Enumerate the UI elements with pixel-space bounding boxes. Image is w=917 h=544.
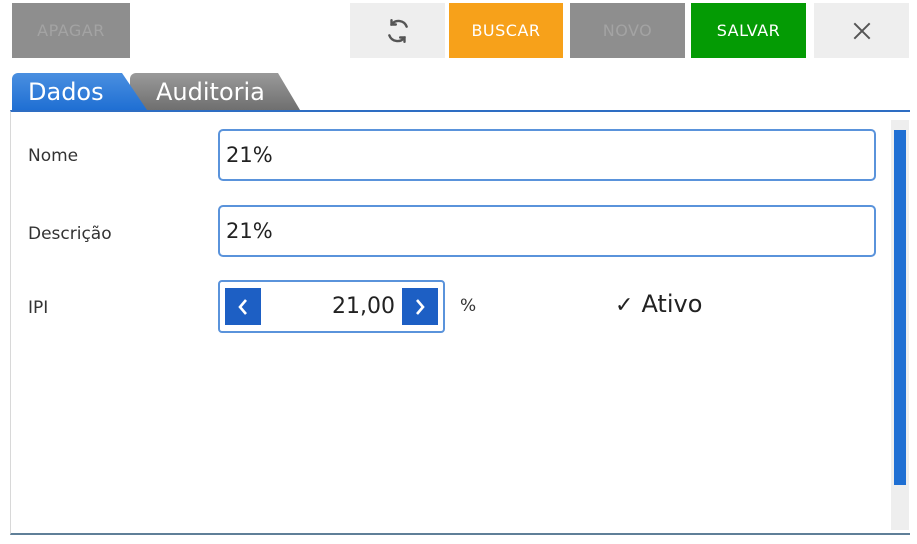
close-button[interactable] <box>814 3 909 58</box>
check-icon: ✓ <box>615 293 634 318</box>
refresh-button[interactable] <box>350 3 445 58</box>
novo-button[interactable]: NOVO <box>570 3 685 58</box>
close-icon <box>853 22 870 39</box>
scrollbar-thumb[interactable] <box>894 130 906 485</box>
refresh-icon <box>387 18 408 43</box>
ipi-unit: % <box>460 296 477 316</box>
chevron-right-icon <box>416 298 425 315</box>
tab-dados-label: Dados <box>28 77 104 106</box>
ipi-input[interactable]: 21,00 <box>332 282 395 331</box>
tab-auditoria[interactable]: Auditoria <box>130 73 300 110</box>
ipi-label: IPI <box>28 298 49 318</box>
nome-input[interactable]: 21% <box>218 129 876 181</box>
decrement-button[interactable] <box>225 288 261 325</box>
buscar-button[interactable]: BUSCAR <box>449 3 563 58</box>
ipi-stepper[interactable]: 21,00 <box>218 280 445 333</box>
apagar-button[interactable]: APAGAR <box>12 3 130 58</box>
tab-dados[interactable]: Dados <box>12 73 147 110</box>
ativo-label: Ativo <box>641 290 703 318</box>
salvar-button[interactable]: SALVAR <box>691 3 806 58</box>
descricao-label: Descrição <box>28 224 112 244</box>
chevron-left-icon <box>238 298 247 315</box>
ativo-toggle[interactable]: ✓ Ativo <box>615 290 702 318</box>
descricao-input[interactable]: 21% <box>218 205 876 257</box>
tab-auditoria-label: Auditoria <box>156 77 265 106</box>
nome-label: Nome <box>28 146 79 166</box>
increment-button[interactable] <box>402 288 438 325</box>
